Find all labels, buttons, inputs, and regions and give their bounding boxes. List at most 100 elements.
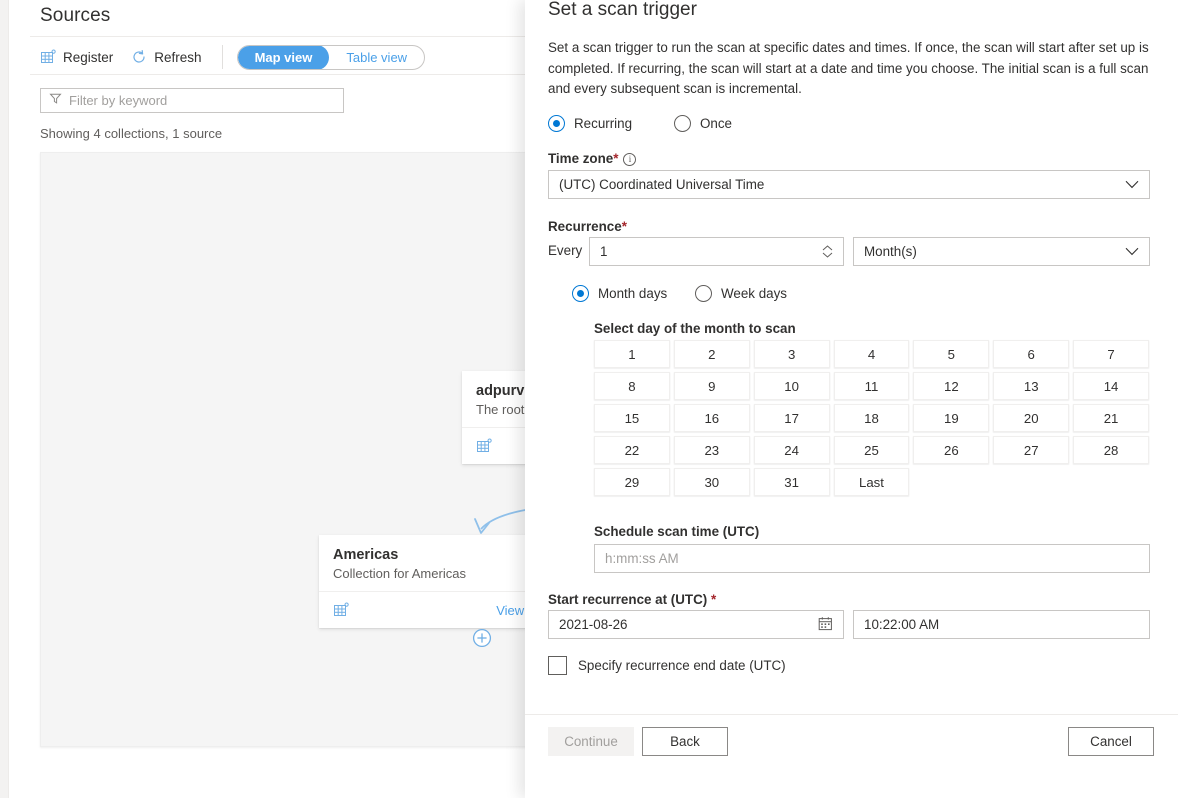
status-text: Showing 4 collections, 1 source (40, 126, 223, 141)
radio-month-days[interactable]: Month days (572, 285, 667, 302)
recurrence-unit-select[interactable]: Month(s) (853, 237, 1150, 266)
month-day-cell[interactable]: Last (833, 468, 910, 496)
register-grid-icon (40, 49, 56, 65)
radio-once-label: Once (700, 116, 733, 131)
page-title: Sources (40, 5, 111, 26)
radio-once-control[interactable] (674, 115, 691, 132)
month-day-cell[interactable]: 23 (673, 436, 750, 464)
cancel-button[interactable]: Cancel (1068, 727, 1154, 756)
card-description: Collection for Americas (333, 566, 466, 581)
month-day-cell[interactable]: 20 (993, 404, 1070, 432)
radio-week-days[interactable]: Week days (695, 285, 787, 302)
radio-recurring-control[interactable] (548, 115, 565, 132)
end-date-checkbox[interactable] (548, 656, 567, 675)
month-day-cell[interactable]: 16 (673, 404, 750, 432)
view-switcher: Map view Table view (236, 44, 426, 70)
month-day-cell[interactable]: 9 (673, 372, 750, 400)
back-button[interactable]: Back (642, 727, 728, 756)
month-day-cell[interactable]: 21 (1073, 404, 1149, 432)
chevron-down-icon[interactable] (1125, 245, 1139, 259)
recurrence-interval-input[interactable]: 1 (589, 237, 844, 266)
month-day-cell[interactable]: 6 (993, 340, 1070, 368)
month-day-cell[interactable]: 22 (594, 436, 670, 464)
month-day-cell[interactable]: 3 (753, 340, 830, 368)
panel-content: Set a scan trigger Set a scan trigger to… (548, 0, 1178, 798)
schedule-scan-time-label: Schedule scan time (UTC) (594, 524, 760, 539)
month-day-cell[interactable]: 7 (1073, 340, 1149, 368)
month-day-cell[interactable]: 26 (913, 436, 990, 464)
recurrence-unit-value: Month(s) (864, 244, 917, 259)
tab-table-view[interactable]: Table view (329, 46, 424, 69)
calendar-icon[interactable] (818, 616, 833, 634)
timezone-select[interactable]: (UTC) Coordinated Universal Time (548, 170, 1150, 199)
month-day-cell[interactable]: 11 (833, 372, 910, 400)
start-time-input[interactable]: 10:22:00 AM (853, 610, 1150, 639)
month-day-cell[interactable]: 12 (913, 372, 990, 400)
register-grid-icon[interactable] (476, 438, 492, 454)
end-date-checkbox-row[interactable]: Specify recurrence end date (UTC) (548, 656, 786, 675)
month-day-cell[interactable]: 4 (833, 340, 910, 368)
month-day-cell[interactable]: 8 (594, 372, 670, 400)
start-recurrence-label: Start recurrence at (UTC) * (548, 592, 716, 607)
month-day-cell[interactable]: 17 (753, 404, 830, 432)
radio-week-days-control[interactable] (695, 285, 712, 302)
chevron-down-icon[interactable] (1125, 178, 1139, 192)
month-day-cell[interactable]: 25 (833, 436, 910, 464)
month-day-cell[interactable]: 18 (833, 404, 910, 432)
start-recurrence-required: * (710, 592, 717, 607)
month-day-cell[interactable]: 14 (1073, 372, 1149, 400)
radio-recurring[interactable]: Recurring (548, 115, 632, 132)
card-body: Americas Collection for Americas (319, 535, 549, 591)
filter-input[interactable]: Filter by keyword (40, 88, 344, 113)
filter-placeholder: Filter by keyword (69, 93, 168, 108)
recurrence-interval-value: 1 (600, 244, 608, 259)
continue-button: Continue (548, 727, 634, 756)
tab-map-view[interactable]: Map view (237, 45, 330, 69)
timezone-required: * (613, 151, 619, 166)
month-day-cell[interactable]: 30 (673, 468, 750, 496)
start-date-input[interactable]: 2021-08-26 (548, 610, 844, 639)
toolbar-separator (221, 45, 223, 69)
register-grid-icon[interactable] (333, 602, 349, 618)
radio-week-days-label: Week days (721, 286, 787, 301)
month-day-cell[interactable]: 28 (1073, 436, 1149, 464)
month-day-cell[interactable]: 13 (993, 372, 1070, 400)
month-day-cell[interactable]: 29 (594, 468, 670, 496)
end-date-checkbox-label: Specify recurrence end date (UTC) (578, 658, 786, 673)
month-day-cell[interactable]: 5 (913, 340, 990, 368)
month-day-cell[interactable]: 2 (673, 340, 750, 368)
month-day-cell[interactable]: 24 (753, 436, 830, 464)
month-day-cell[interactable]: 19 (913, 404, 990, 432)
panel-description: Set a scan trigger to run the scan at sp… (548, 40, 1149, 96)
plus-circle-icon[interactable] (472, 628, 492, 648)
month-day-cell[interactable]: 15 (594, 404, 670, 432)
register-label: Register (63, 49, 114, 65)
month-day-cell[interactable]: 27 (993, 436, 1070, 464)
refresh-label: Refresh (154, 49, 202, 65)
month-day-cell[interactable]: 10 (753, 372, 830, 400)
info-circle-icon[interactable]: i (623, 153, 637, 166)
app-root: Sources Register Refresh Map view Table … (0, 0, 1178, 798)
refresh-button[interactable]: Refresh (131, 49, 202, 65)
month-day-grid: 1 2 3 4 5 6 7 8 9 10 11 12 13 14 15 16 17 18 19 20 21 22 23 24 2… (594, 340, 1149, 496)
schedule-scan-time-input[interactable]: h:mm:ss AM (594, 544, 1150, 573)
month-day-cell[interactable]: 1 (594, 340, 670, 368)
panel-title: Set a scan trigger (548, 0, 697, 20)
register-button[interactable]: Register (40, 49, 113, 65)
radio-once[interactable]: Once (674, 115, 732, 132)
timezone-label-text: Time zone (548, 151, 614, 166)
recurrence-required: * (621, 219, 627, 234)
filter-funnel-icon (49, 92, 62, 110)
recurrence-label: Recurrence* (548, 219, 627, 234)
panel-footer-divider (525, 714, 1178, 715)
timezone-label: Time zone* i (548, 151, 637, 166)
month-day-cell[interactable]: 31 (753, 468, 830, 496)
sources-toolbar: Register Refresh Map view Table view (40, 44, 426, 70)
scan-trigger-panel: Set a scan trigger Set a scan trigger to… (525, 0, 1178, 798)
spinner-updown-icon[interactable] (822, 245, 833, 258)
recurrence-label-text: Recurrence (548, 219, 622, 234)
schedule-scan-time-placeholder: h:mm:ss AM (605, 551, 679, 566)
left-rail (0, 0, 9, 798)
radio-month-days-control[interactable] (572, 285, 589, 302)
collection-card-americas[interactable]: Americas Collection for Americas View d (319, 535, 549, 628)
